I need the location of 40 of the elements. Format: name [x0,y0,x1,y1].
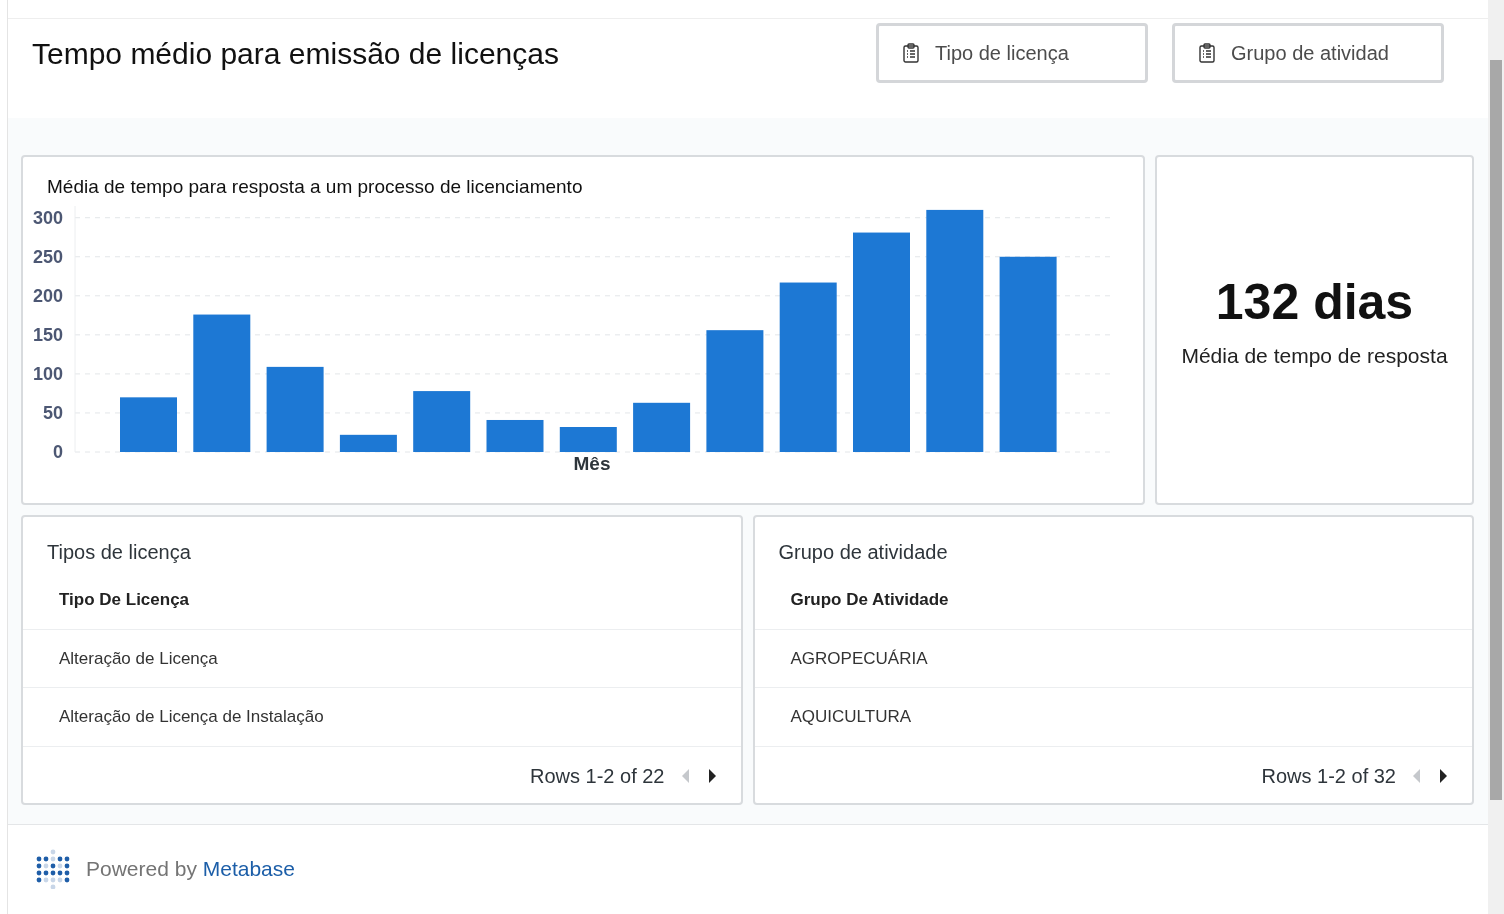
card-title: Tipos de licença [46,540,192,565]
bar [559,426,617,452]
bar [413,390,471,452]
metabase-link[interactable]: Metabase [202,857,295,881]
y-tick-label: 200 [32,285,63,306]
next-page-icon[interactable] [1438,769,1448,783]
y-tick-label: 150 [32,324,63,345]
dashboard-title: Tempo médio para emissão de licenças [32,36,559,72]
pagination-text: Rows 1-2 of 32 [1261,764,1396,789]
previous-page-icon[interactable] [1412,769,1422,783]
card-title: Grupo de atividade [777,540,949,565]
powered-by-text: Powered by Metabase [86,856,295,883]
column-header[interactable]: Tipo De Licença [23,583,741,630]
previous-page-icon[interactable] [680,769,691,783]
bar [633,402,691,452]
card-title: Média de tempo para resposta a um processo de licenciamento [47,175,584,199]
dotted-logo-icon [36,849,70,889]
scalar-label: Média de tempo de resposta [1181,342,1448,369]
y-tick-label: 100 [32,363,63,384]
table-cell: AQUICULTURA [754,688,1472,747]
bar [486,419,544,452]
bar [339,434,397,452]
filter-button[interactable]: Grupo de atividad [1172,23,1444,83]
y-tick-label: 250 [32,246,63,267]
bar [120,396,177,452]
clipboard-icon [1199,43,1215,63]
table-cell: AGROPECUÁRIA [754,629,1472,688]
table-cell: Alteração de Licença de Instalação [23,688,741,747]
filter-button[interactable]: Tipo de licença [876,23,1148,83]
x-axis-label: Mês [573,452,611,472]
table-cell: Alteração de Licença [23,629,741,688]
scrollbar[interactable] [1488,0,1504,914]
y-tick-label: 50 [42,402,63,423]
y-tick-label: 0 [53,441,63,462]
clipboard-icon [903,43,919,63]
next-page-icon[interactable] [706,769,717,783]
y-tick-label: 300 [32,207,63,228]
scalar-value: 132 dias [1215,272,1414,332]
pagination-text: Rows 1-2 of 22 [530,764,665,789]
column-header[interactable]: Grupo De Atividade [754,583,1472,630]
